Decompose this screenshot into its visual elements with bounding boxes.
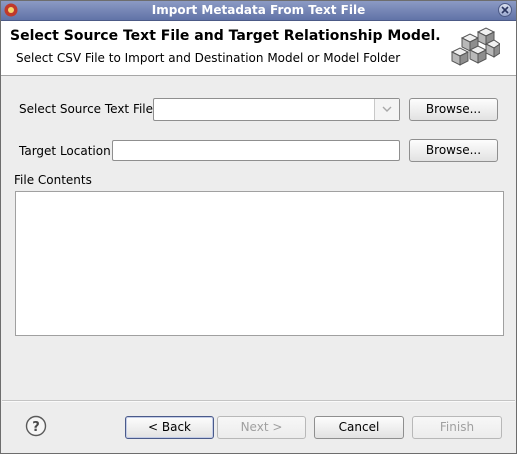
file-contents-area[interactable] <box>15 191 504 336</box>
source-browse-button[interactable]: Browse... <box>409 98 498 121</box>
next-button[interactable]: Next > <box>217 416 306 439</box>
source-file-label: Select Source Text File <box>19 102 154 116</box>
close-button[interactable] <box>498 3 512 17</box>
target-location-input[interactable] <box>112 140 400 161</box>
finish-button[interactable]: Finish <box>412 416 502 439</box>
banner-description: Select CSV File to Import and Destinatio… <box>16 51 401 65</box>
footer-separator <box>2 400 515 402</box>
cubes-icon <box>450 27 500 66</box>
source-file-combo[interactable] <box>153 98 400 121</box>
banner-title: Select Source Text File and Target Relat… <box>10 28 441 44</box>
window-title: Import Metadata From Text File <box>151 3 366 17</box>
back-button[interactable]: < Back <box>125 416 214 439</box>
svg-text:?: ? <box>32 420 40 435</box>
cancel-button[interactable]: Cancel <box>314 416 404 439</box>
target-browse-button[interactable]: Browse... <box>409 139 498 162</box>
file-contents-label: File Contents <box>14 173 92 187</box>
wizard-banner: Select Source Text File and Target Relat… <box>1 21 516 76</box>
source-file-dropdown-button[interactable] <box>374 99 399 120</box>
import-dialog: Import Metadata From Text File Select So… <box>0 0 517 454</box>
title-bar: Import Metadata From Text File <box>1 1 516 21</box>
help-icon[interactable]: ? <box>25 415 47 437</box>
close-icon <box>501 6 509 14</box>
target-location-label: Target Location <box>19 144 111 158</box>
chevron-down-icon <box>382 106 392 112</box>
file-contents-text <box>16 192 503 200</box>
